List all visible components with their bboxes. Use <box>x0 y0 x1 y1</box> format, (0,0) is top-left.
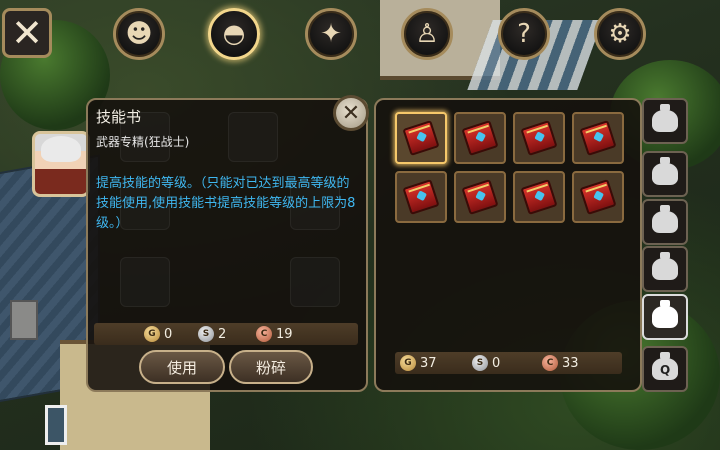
character-profile-button[interactable]: ☻ <box>113 8 165 60</box>
avatar-hair <box>41 136 81 162</box>
skill-book-icon <box>461 179 499 215</box>
bag-tab-quest-bag[interactable]: Q <box>642 346 688 392</box>
copper-coin-icon: C <box>256 326 272 342</box>
skills-button[interactable]: ✦ <box>305 8 357 60</box>
smash-button[interactable]: 粉碎 <box>229 350 313 384</box>
inventory-slot[interactable] <box>513 112 565 164</box>
bag-tab-bag-2[interactable] <box>642 151 688 197</box>
silver-coin-icon: S <box>472 355 488 371</box>
player-gold: 37 <box>420 355 437 371</box>
character-avatar[interactable] <box>32 131 90 197</box>
house-window <box>45 405 67 445</box>
silver-coin-icon: S <box>198 326 214 342</box>
inventory-slot[interactable] <box>454 112 506 164</box>
bag-icon: Q <box>652 352 678 380</box>
player-copper: 33 <box>562 355 579 371</box>
close-menu-button[interactable]: ✕ <box>2 8 52 58</box>
item-price-silver: 2 <box>218 326 227 342</box>
gold-coin-icon: G <box>144 326 160 342</box>
inventory-slot[interactable] <box>572 171 624 223</box>
bag-icon: ◓ <box>222 19 246 49</box>
item-price-gold: 0 <box>164 326 173 342</box>
bag-tab-bag-3[interactable] <box>642 199 688 245</box>
skill-book-icon <box>461 120 499 156</box>
bag-icon <box>652 104 678 132</box>
skill-book-icon <box>579 179 617 215</box>
item-price-bar: G 0 S 2 C 19 <box>94 323 358 345</box>
inventory-slot[interactable] <box>572 112 624 164</box>
inventory-slot[interactable] <box>454 171 506 223</box>
bag-icon <box>652 300 678 328</box>
skill-book-icon <box>520 120 558 156</box>
bag-tab-bag-5[interactable] <box>642 294 688 340</box>
item-description: 提高技能的等级。（只能对已达到最高等级的技能使用,使用技能书提高技能等级的上限为… <box>96 176 356 231</box>
settings-button[interactable]: ⚙ <box>594 8 646 60</box>
skill-book-icon <box>402 179 440 215</box>
party-button[interactable]: ♙ <box>401 8 453 60</box>
close-icon: ✕ <box>341 100 361 126</box>
inventory-bag-button[interactable]: ◓ <box>208 8 260 60</box>
item-subtitle: 武器专精(狂战士) <box>96 135 190 149</box>
quests-button[interactable]: ? <box>498 8 550 60</box>
use-button[interactable]: 使用 <box>139 350 225 384</box>
inventory-slot[interactable] <box>395 112 447 164</box>
chimney <box>10 300 38 340</box>
player-silver: 0 <box>492 355 501 371</box>
skill-book-icon <box>402 120 440 156</box>
close-item-info-button[interactable]: ✕ <box>333 95 369 131</box>
scroll-question-icon: ? <box>517 19 531 49</box>
close-icon: ✕ <box>11 11 43 55</box>
head-silhouette-icon: ☻ <box>125 19 153 49</box>
skill-book-icon <box>579 120 617 156</box>
skill-book-icon <box>520 179 558 215</box>
sword-star-icon: ✦ <box>320 19 342 49</box>
item-price-copper: 19 <box>276 326 293 342</box>
inventory-slot[interactable] <box>513 171 565 223</box>
bag-tab-bag-1[interactable] <box>642 98 688 144</box>
gold-coin-icon: G <box>400 355 416 371</box>
group-icon: ♙ <box>415 19 439 49</box>
bag-icon <box>652 157 678 185</box>
bag-tab-bag-4[interactable] <box>642 246 688 292</box>
bag-icon <box>652 252 678 280</box>
gear-icon: ⚙ <box>608 19 632 49</box>
inventory-slot[interactable] <box>395 171 447 223</box>
copper-coin-icon: C <box>542 355 558 371</box>
bag-icon <box>652 205 678 233</box>
player-money-bar: G 37 S 0 C 33 <box>395 352 622 374</box>
quest-bag-label: Q <box>660 363 671 377</box>
item-title: 技能书 <box>96 108 142 126</box>
